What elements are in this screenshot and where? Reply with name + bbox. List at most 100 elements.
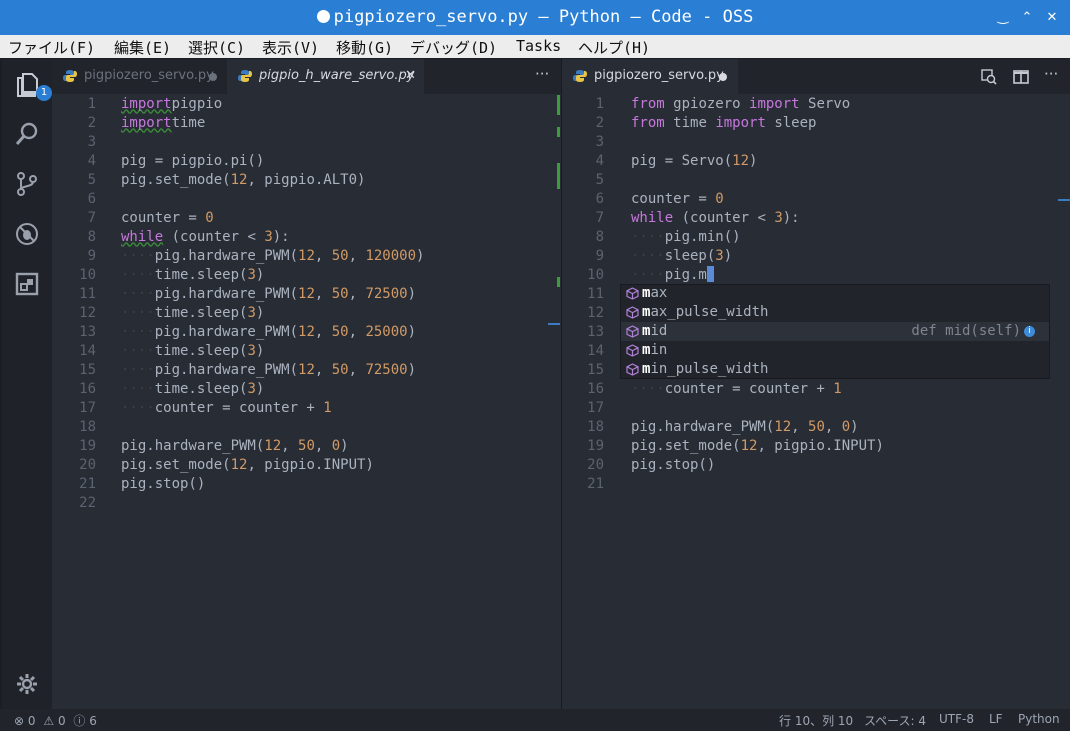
code-line[interactable]: 1 importpigpio <box>52 95 561 114</box>
suggestion-widget[interactable]: max max_pulse_width mid def mid(self) i min mi… <box>620 284 1050 379</box>
code-line[interactable]: 20 pig.set_mode(12, pigpio.INPUT) <box>52 456 561 475</box>
line-text: pig = Servo(12) <box>631 152 757 171</box>
number-token: 50 <box>808 418 825 435</box>
line-text: importpigpio <box>121 95 222 114</box>
debug-icon[interactable] <box>14 221 40 247</box>
code-token: , <box>348 361 366 378</box>
code-line[interactable]: 8 while (counter < 3): <box>52 228 561 247</box>
encoding[interactable]: UTF-8 <box>939 712 974 726</box>
close-window-button[interactable]: ✕ <box>1042 8 1062 28</box>
code-line[interactable]: 11 ····pig.hardware_PWM(12, 50, 72500) <box>52 285 561 304</box>
tab-label: pigpiozero_servo.py <box>594 68 724 83</box>
code-line[interactable]: 18 <box>52 418 561 437</box>
code-line[interactable]: 19 pig.hardware_PWM(12, 50, 0) <box>52 437 561 456</box>
minimize-button[interactable]: ‿ <box>993 8 1013 28</box>
code-line[interactable]: 16 ····time.sleep(3) <box>52 380 561 399</box>
code-line[interactable]: 4 pig = Servo(12) <box>562 152 1070 171</box>
code-line[interactable]: 17 <box>562 399 1070 418</box>
line-text: ····sleep(3) <box>631 247 732 266</box>
code-line[interactable]: 21 pig.stop() <box>52 475 561 494</box>
code-line[interactable]: 7 counter = 0 <box>52 209 561 228</box>
code-line[interactable]: 15 ····pig.hardware_PWM(12, 50, 72500) <box>52 361 561 380</box>
code-line[interactable]: 3 <box>562 133 1070 152</box>
code-line[interactable]: 7 while (counter < 3): <box>562 209 1070 228</box>
suggestion-item[interactable]: max <box>621 284 1049 303</box>
problems-indicator[interactable]: ⊗ 0 ⚠ 0 ⓘ 6 <box>14 712 97 729</box>
code-line[interactable]: 16 ····counter = counter + 1 <box>562 380 1070 399</box>
menu-debug[interactable]: デバッグ(D) <box>410 37 497 58</box>
end-of-line[interactable]: LF <box>989 712 1003 726</box>
menu-help[interactable]: ヘルプ(H) <box>578 37 650 58</box>
code-line[interactable]: 21 <box>562 475 1070 494</box>
tab-pigpiozero-servo-left[interactable]: pigpiozero_servo.py <box>52 59 227 94</box>
code-token: pig.hardware_PWM( <box>154 285 299 302</box>
menu-tasks[interactable]: Tasks <box>516 37 561 55</box>
tab-pigpio-h-ware-servo[interactable]: pigpio_h_ware_servo.py ✕ <box>227 59 424 94</box>
line-text: ····time.sleep(3) <box>121 304 264 323</box>
line-number: 13 <box>587 323 604 340</box>
code-token: time.sleep( <box>154 380 248 397</box>
code-token: ) <box>850 418 859 435</box>
code-line[interactable]: 3 <box>52 133 561 152</box>
code-editor-left[interactable]: 1 importpigpio 2 importtime 3 4 pig = pigpio.p… <box>52 94 561 709</box>
code-line[interactable]: 12 ····time.sleep(3) <box>52 304 561 323</box>
code-line[interactable]: 2 importtime <box>52 114 561 133</box>
more-actions-icon[interactable]: ··· <box>535 65 549 83</box>
method-cube-icon <box>626 363 639 376</box>
more-actions-icon[interactable]: ··· <box>1044 65 1058 83</box>
open-changes-icon[interactable] <box>981 69 997 85</box>
indentation[interactable]: スペース: 4 <box>864 712 926 729</box>
code-line[interactable]: 5 pig.set_mode(12, pigpio.ALT0) <box>52 171 561 190</box>
code-line[interactable]: 6 counter = 0 <box>562 190 1070 209</box>
code-line[interactable]: 1 from gpiozero import Servo <box>562 95 1070 114</box>
code-token: pig.stop() <box>121 475 206 492</box>
code-line[interactable]: 5 <box>562 171 1070 190</box>
code-line[interactable]: 13 ····pig.hardware_PWM(12, 50, 25000) <box>52 323 561 342</box>
code-line[interactable]: 19 pig.set_mode(12, pigpio.INPUT) <box>562 437 1070 456</box>
code-token: ) <box>723 247 733 264</box>
suggestion-item[interactable]: min_pulse_width <box>621 360 1049 379</box>
code-line[interactable]: 10 ····pig.m <box>562 265 1070 285</box>
extensions-icon[interactable] <box>14 271 40 297</box>
code-line[interactable]: 4 pig = pigpio.pi() <box>52 152 561 171</box>
search-icon[interactable] <box>14 121 40 147</box>
split-editor-icon[interactable] <box>1013 69 1029 85</box>
language-mode[interactable]: Python <box>1018 712 1060 726</box>
cursor-position[interactable]: 行 10、列 10 <box>779 712 853 729</box>
suggestion-item[interactable]: max_pulse_width <box>621 303 1049 322</box>
menu-selection[interactable]: 選択(C) <box>188 37 245 58</box>
line-number: 10 <box>587 266 604 283</box>
code-token: pig.set_mode( <box>121 171 231 188</box>
code-token: pig.hardware_PWM( <box>154 323 299 340</box>
tab-close-icon[interactable]: ✕ <box>405 68 416 83</box>
maximize-button[interactable]: ⌃ <box>1017 8 1037 28</box>
tab-pigpiozero-servo-right[interactable]: pigpiozero_servo.py <box>562 59 738 94</box>
code-token: , <box>314 361 332 378</box>
suggestion-item[interactable]: mid def mid(self) i <box>621 322 1049 341</box>
explorer-icon[interactable]: 1 <box>14 71 52 101</box>
code-line[interactable]: 9 ····pig.hardware_PWM(12, 50, 120000) <box>52 247 561 266</box>
code-line[interactable]: 18 pig.hardware_PWM(12, 50, 0) <box>562 418 1070 437</box>
whitespace-token: ···· <box>631 247 665 264</box>
code-line[interactable]: 2 from time import sleep <box>562 114 1070 133</box>
menu-edit[interactable]: 編集(E) <box>114 37 171 58</box>
code-line[interactable]: 10 ····time.sleep(3) <box>52 266 561 285</box>
read-more-info-icon[interactable]: i <box>1024 326 1035 337</box>
code-line[interactable]: 17 ····counter = counter + 1 <box>52 399 561 418</box>
whitespace-token: ···· <box>121 342 155 359</box>
menu-go[interactable]: 移動(G) <box>336 37 393 58</box>
code-line[interactable]: 8 ····pig.min() <box>562 228 1070 247</box>
source-control-icon[interactable] <box>14 171 40 197</box>
code-editor-right[interactable]: 1 from gpiozero import Servo 2 from time im… <box>562 94 1070 709</box>
menu-view[interactable]: 表示(V) <box>262 37 319 58</box>
code-line[interactable]: 20 pig.stop() <box>562 456 1070 475</box>
code-line[interactable]: 9 ····sleep(3) <box>562 247 1070 266</box>
code-line[interactable]: 6 <box>52 190 561 209</box>
number-token: 3 <box>774 209 783 226</box>
settings-gear-icon[interactable] <box>14 671 40 697</box>
menu-file[interactable]: ファイル(F) <box>8 37 95 58</box>
code-line[interactable]: 14 ····time.sleep(3) <box>52 342 561 361</box>
suggestion-item[interactable]: min <box>621 341 1049 360</box>
code-line[interactable]: 22 <box>52 494 561 513</box>
